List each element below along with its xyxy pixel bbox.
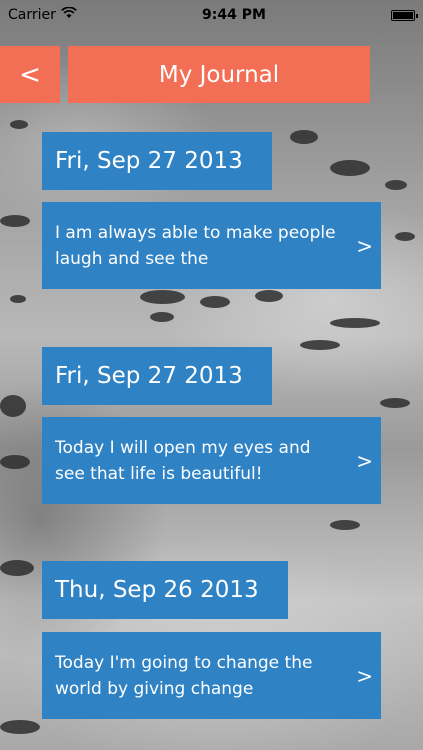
pebble xyxy=(330,160,370,176)
chevron-right-icon: > xyxy=(356,448,373,473)
wifi-icon xyxy=(61,6,77,23)
status-time: 9:44 PM xyxy=(202,7,266,23)
battery-fill xyxy=(393,11,413,19)
pebble xyxy=(0,215,30,227)
entry-preview-text: I am always able to make people laugh an… xyxy=(55,222,336,269)
journal-entry-card[interactable]: I am always able to make people laugh an… xyxy=(42,202,381,289)
entry-date-label: Fri, Sep 27 2013 xyxy=(42,132,272,190)
pebble xyxy=(10,120,28,129)
pebble xyxy=(0,720,40,734)
pebble xyxy=(385,180,407,190)
journal-entry-card[interactable]: Today I will open my eyes and see that l… xyxy=(42,417,381,504)
entry-date-label: Fri, Sep 27 2013 xyxy=(42,347,272,405)
pebble xyxy=(395,232,415,241)
pebble xyxy=(10,295,26,303)
pebble xyxy=(0,395,26,417)
page-title: My Journal xyxy=(68,46,370,103)
pebble xyxy=(300,340,340,350)
chevron-right-icon: > xyxy=(356,663,373,688)
pebble xyxy=(380,398,410,408)
pebble xyxy=(255,290,283,302)
pebble xyxy=(330,520,360,530)
status-left: Carrier xyxy=(8,6,77,23)
chevron-right-icon: > xyxy=(356,233,373,258)
pebble xyxy=(0,455,30,469)
pebble xyxy=(140,290,185,304)
pebble xyxy=(290,130,318,144)
back-button[interactable]: < xyxy=(0,46,60,103)
carrier-label: Carrier xyxy=(8,7,56,23)
pebble xyxy=(0,560,34,576)
pebble xyxy=(150,312,174,322)
journal-entry-card[interactable]: Today I'm going to change the world by g… xyxy=(42,632,381,719)
pebble xyxy=(330,318,380,328)
pebble xyxy=(200,296,230,308)
entry-preview-text: Today I'm going to change the world by g… xyxy=(55,652,313,699)
entry-preview-text: Today I will open my eyes and see that l… xyxy=(55,437,311,484)
entry-date-label: Thu, Sep 26 2013 xyxy=(42,561,288,619)
battery-icon xyxy=(391,9,418,21)
status-bar: Carrier 9:44 PM xyxy=(0,0,423,30)
